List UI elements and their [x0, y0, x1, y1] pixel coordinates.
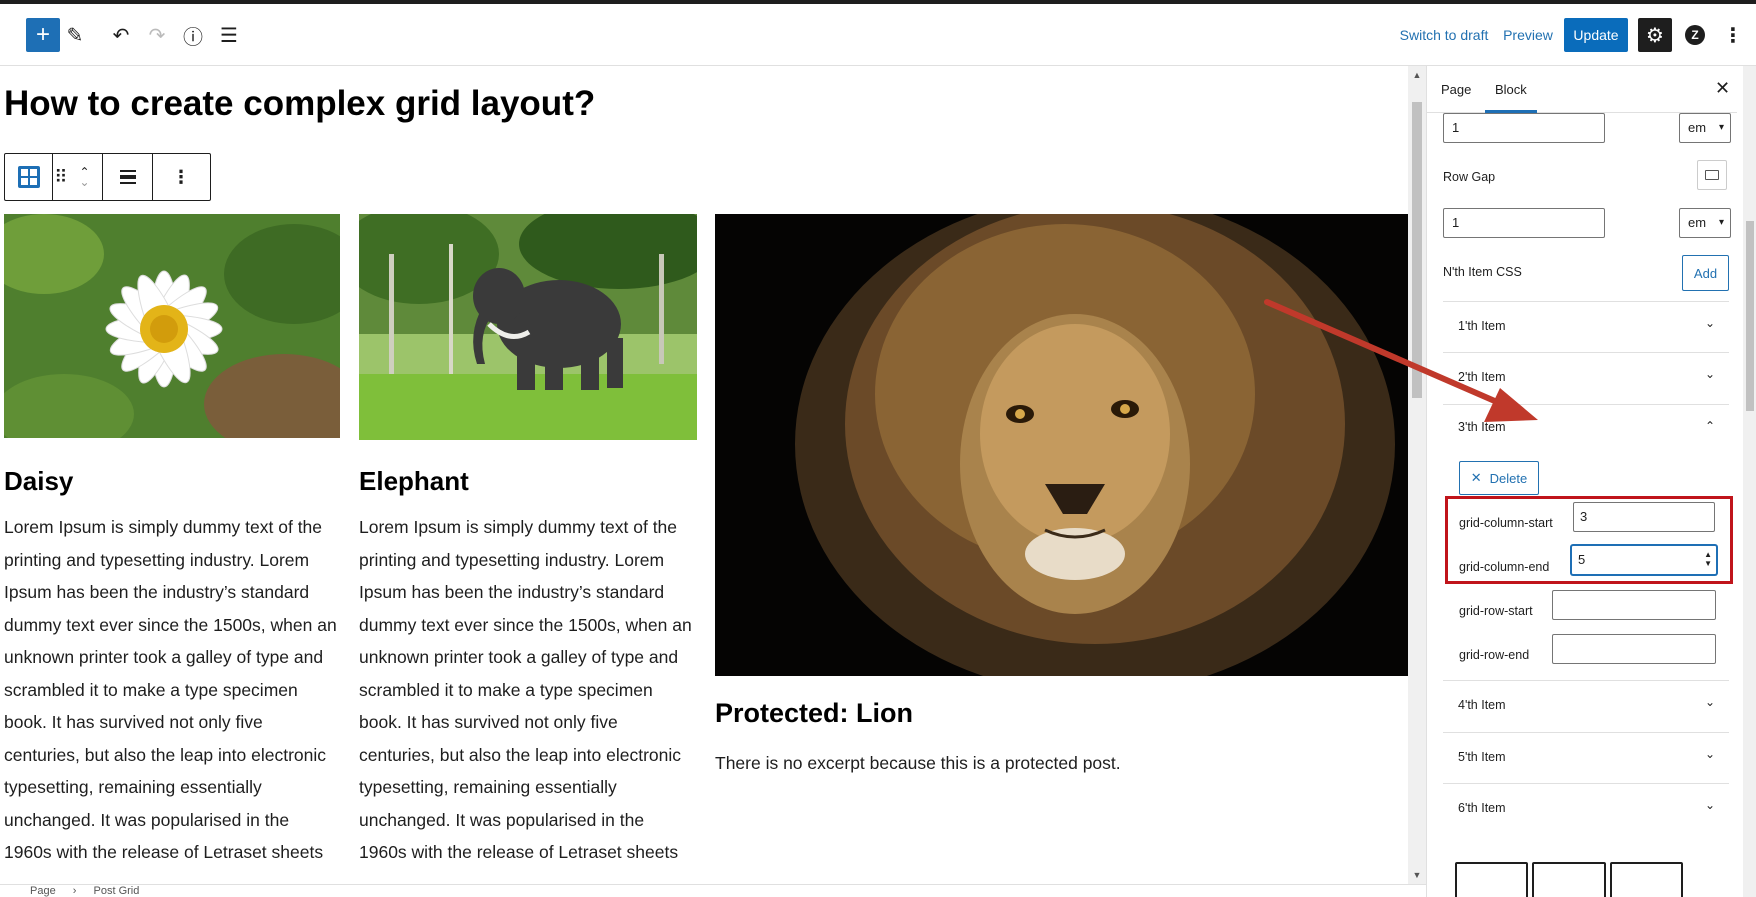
- chevron-down-icon[interactable]: ⌄: [1705, 695, 1715, 709]
- grid-row-start-input[interactable]: [1552, 590, 1716, 620]
- editor-header: + ✎ ↶ ↷ ⓘ ☰ Switch to draft Preview Upda…: [0, 4, 1756, 66]
- daisy-image[interactable]: [4, 214, 340, 438]
- column-gap-unit-select[interactable]: em ▾: [1679, 113, 1731, 143]
- post-card-lion: Protected: Lion There is no excerpt beca…: [715, 214, 1408, 780]
- card-title[interactable]: Elephant: [359, 466, 697, 497]
- layout-pattern-options[interactable]: [1455, 862, 1683, 897]
- accordion-item-2[interactable]: 2'th Item ⌄: [1443, 352, 1729, 398]
- post-title[interactable]: How to create complex grid layout?: [4, 84, 595, 124]
- grid-column-start-input[interactable]: 3: [1573, 502, 1715, 532]
- editor-canvas: How to create complex grid layout? ⠿ ⌃ ⌄ …: [0, 66, 1408, 884]
- canvas-scrollbar[interactable]: ▲ ▼: [1408, 66, 1426, 884]
- card-excerpt: There is no excerpt because this is a pr…: [715, 753, 1121, 773]
- accordion-item-5[interactable]: 5'th Item ⌄: [1443, 732, 1729, 778]
- number-spinner-icon[interactable]: ▲ ▼: [1704, 550, 1712, 568]
- row-gap-label: Row Gap: [1443, 170, 1496, 184]
- lion-image[interactable]: [715, 214, 1408, 676]
- scroll-down-arrow-icon[interactable]: ▼: [1412, 870, 1422, 880]
- redo-icon[interactable]: ↷: [140, 18, 174, 52]
- chevron-down-icon[interactable]: ⌄: [1705, 798, 1715, 812]
- grid-row-start-label: grid-row-start: [1459, 604, 1533, 618]
- scroll-up-arrow-icon[interactable]: ▲: [1412, 70, 1422, 80]
- card-excerpt: Lorem Ipsum is simply dummy text of the …: [359, 517, 692, 862]
- elephant-image[interactable]: [359, 214, 697, 440]
- column-gap-input[interactable]: 1: [1443, 113, 1605, 143]
- drag-handle-icon: ⠿: [54, 166, 67, 187]
- chevron-up-icon[interactable]: ⌃: [1705, 419, 1715, 433]
- block-align-button[interactable]: [103, 154, 153, 200]
- drag-handle[interactable]: ⠿: [53, 154, 67, 200]
- nth-item-css-label: N'th Item CSS: [1443, 265, 1522, 279]
- post-card-elephant: Elephant Lorem Ipsum is simply dummy tex…: [359, 214, 697, 869]
- layout-pattern-option[interactable]: [1455, 862, 1529, 897]
- row-gap-input[interactable]: 1: [1443, 208, 1605, 238]
- kebab-menu-icon: ⋮: [172, 166, 190, 187]
- update-button[interactable]: Update: [1564, 18, 1628, 52]
- grid-column-end-label: grid-column-end: [1459, 560, 1550, 574]
- grid-column-start-label: grid-column-start: [1459, 516, 1553, 530]
- chevron-down-icon[interactable]: ⌄: [1705, 367, 1715, 381]
- add-block-button[interactable]: +: [26, 18, 60, 52]
- preview-button[interactable]: Preview: [1500, 18, 1556, 52]
- desktop-device-icon[interactable]: [1697, 160, 1727, 190]
- close-icon: ✕: [1470, 470, 1482, 485]
- add-nth-item-button[interactable]: Add: [1682, 255, 1729, 291]
- sidebar-tabs: Page Block ✕: [1427, 66, 1737, 113]
- accordion-item-6[interactable]: 6'th Item ⌄: [1443, 783, 1729, 829]
- card-title[interactable]: Daisy: [4, 466, 340, 497]
- row-gap-unit-select[interactable]: em ▾: [1679, 208, 1731, 238]
- canvas-scroll-thumb[interactable]: [1412, 102, 1422, 398]
- block-breadcrumb: Page › Post Grid: [0, 884, 1426, 897]
- more-options-icon[interactable]: ⋮: [1720, 18, 1746, 52]
- tab-page[interactable]: Page: [1441, 66, 1471, 113]
- block-mover[interactable]: ⌃ ⌄: [67, 154, 103, 200]
- layout-pattern-option[interactable]: [1532, 862, 1606, 897]
- close-sidebar-icon[interactable]: ✕: [1715, 78, 1730, 99]
- grid-block-icon: [17, 166, 40, 188]
- chevron-down-icon[interactable]: ⌄: [1705, 747, 1715, 761]
- block-options-button[interactable]: ⋮: [153, 154, 209, 200]
- block-toolbar: ⠿ ⌃ ⌄ ⋮: [4, 153, 211, 201]
- post-card-daisy: Daisy Lorem Ipsum is simply dummy text o…: [4, 214, 340, 869]
- breadcrumb-item[interactable]: Page: [30, 885, 56, 897]
- card-excerpt: Lorem Ipsum is simply dummy text of the …: [4, 517, 337, 862]
- delete-item-button[interactable]: ✕ Delete: [1459, 461, 1539, 495]
- sidebar-scroll-thumb[interactable]: [1746, 221, 1754, 411]
- tab-block[interactable]: Block: [1485, 66, 1537, 113]
- jetpack-icon[interactable]: Z: [1678, 18, 1712, 52]
- align-wide-icon: [119, 170, 136, 184]
- card-title[interactable]: Protected: Lion: [715, 698, 1408, 729]
- list-view-icon[interactable]: ☰: [212, 18, 246, 52]
- breadcrumb-item[interactable]: Post Grid: [94, 885, 140, 897]
- block-type-button[interactable]: [5, 154, 53, 200]
- grid-row-end-label: grid-row-end: [1459, 648, 1530, 662]
- settings-sidebar: Page Block ✕ 1 em ▾ Row Gap 1 em ▾ N'th It…: [1426, 66, 1756, 897]
- grid-row-end-input[interactable]: [1552, 634, 1716, 664]
- edit-pencil-icon[interactable]: ✎: [58, 18, 92, 52]
- accordion-item-4[interactable]: 4'th Item ⌄: [1443, 680, 1729, 726]
- accordion-item-1[interactable]: 1'th Item ⌄: [1443, 301, 1729, 347]
- grid-column-end-input[interactable]: 5 ▲ ▼: [1571, 545, 1717, 575]
- sidebar-scrollbar[interactable]: [1743, 66, 1756, 897]
- settings-gear-button[interactable]: ⚙: [1638, 18, 1672, 52]
- chevron-down-icon[interactable]: ⌄: [1705, 316, 1715, 330]
- switch-to-draft-button[interactable]: Switch to draft: [1394, 18, 1494, 52]
- move-down-icon[interactable]: ⌄: [79, 176, 89, 188]
- jetpack-glyph: Z: [1685, 25, 1705, 45]
- undo-icon[interactable]: ↶: [104, 18, 138, 52]
- layout-pattern-option[interactable]: [1609, 862, 1683, 897]
- breadcrumb-separator: ›: [72, 885, 77, 897]
- details-info-icon[interactable]: ⓘ: [176, 18, 210, 52]
